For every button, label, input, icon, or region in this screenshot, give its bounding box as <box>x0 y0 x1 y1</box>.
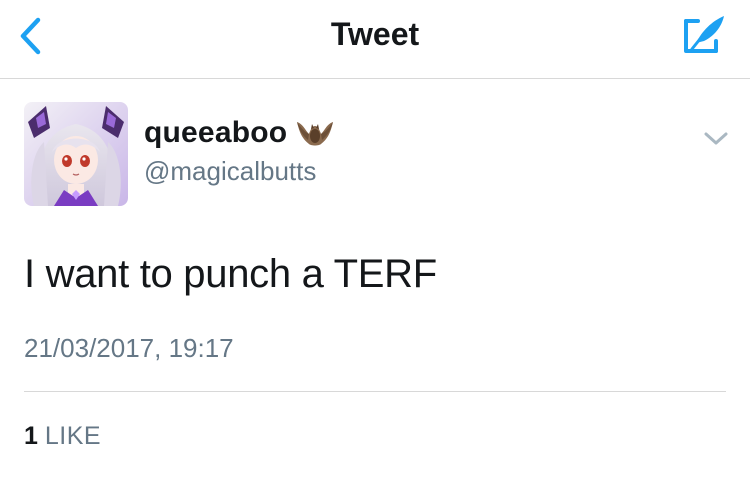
likes-count-link[interactable]: 1 LIKE <box>24 422 101 451</box>
display-name-row: queeaboo <box>144 116 335 150</box>
compose-quill-icon <box>684 16 724 53</box>
tweet-options-button[interactable] <box>699 127 733 151</box>
avatar[interactable] <box>24 102 128 206</box>
handle[interactable]: @magicalbutts <box>144 156 316 187</box>
display-name[interactable]: queeaboo <box>144 116 287 150</box>
page-title: Tweet <box>330 16 420 52</box>
divider <box>24 391 726 392</box>
bat-emoji <box>297 122 334 146</box>
tweet-text: I want to punch a TERF <box>24 252 437 296</box>
tweet-header: queeaboo @magicalbutts <box>24 102 728 208</box>
chevron-down-icon <box>704 132 728 145</box>
like-label: LIKE <box>44 422 102 450</box>
like-count: 1 <box>24 422 38 450</box>
compose-tweet-button[interactable] <box>680 10 730 58</box>
nav-bar: Tweet <box>0 0 750 79</box>
tweet-timestamp: 21/03/2017, 19:17 <box>24 333 234 363</box>
